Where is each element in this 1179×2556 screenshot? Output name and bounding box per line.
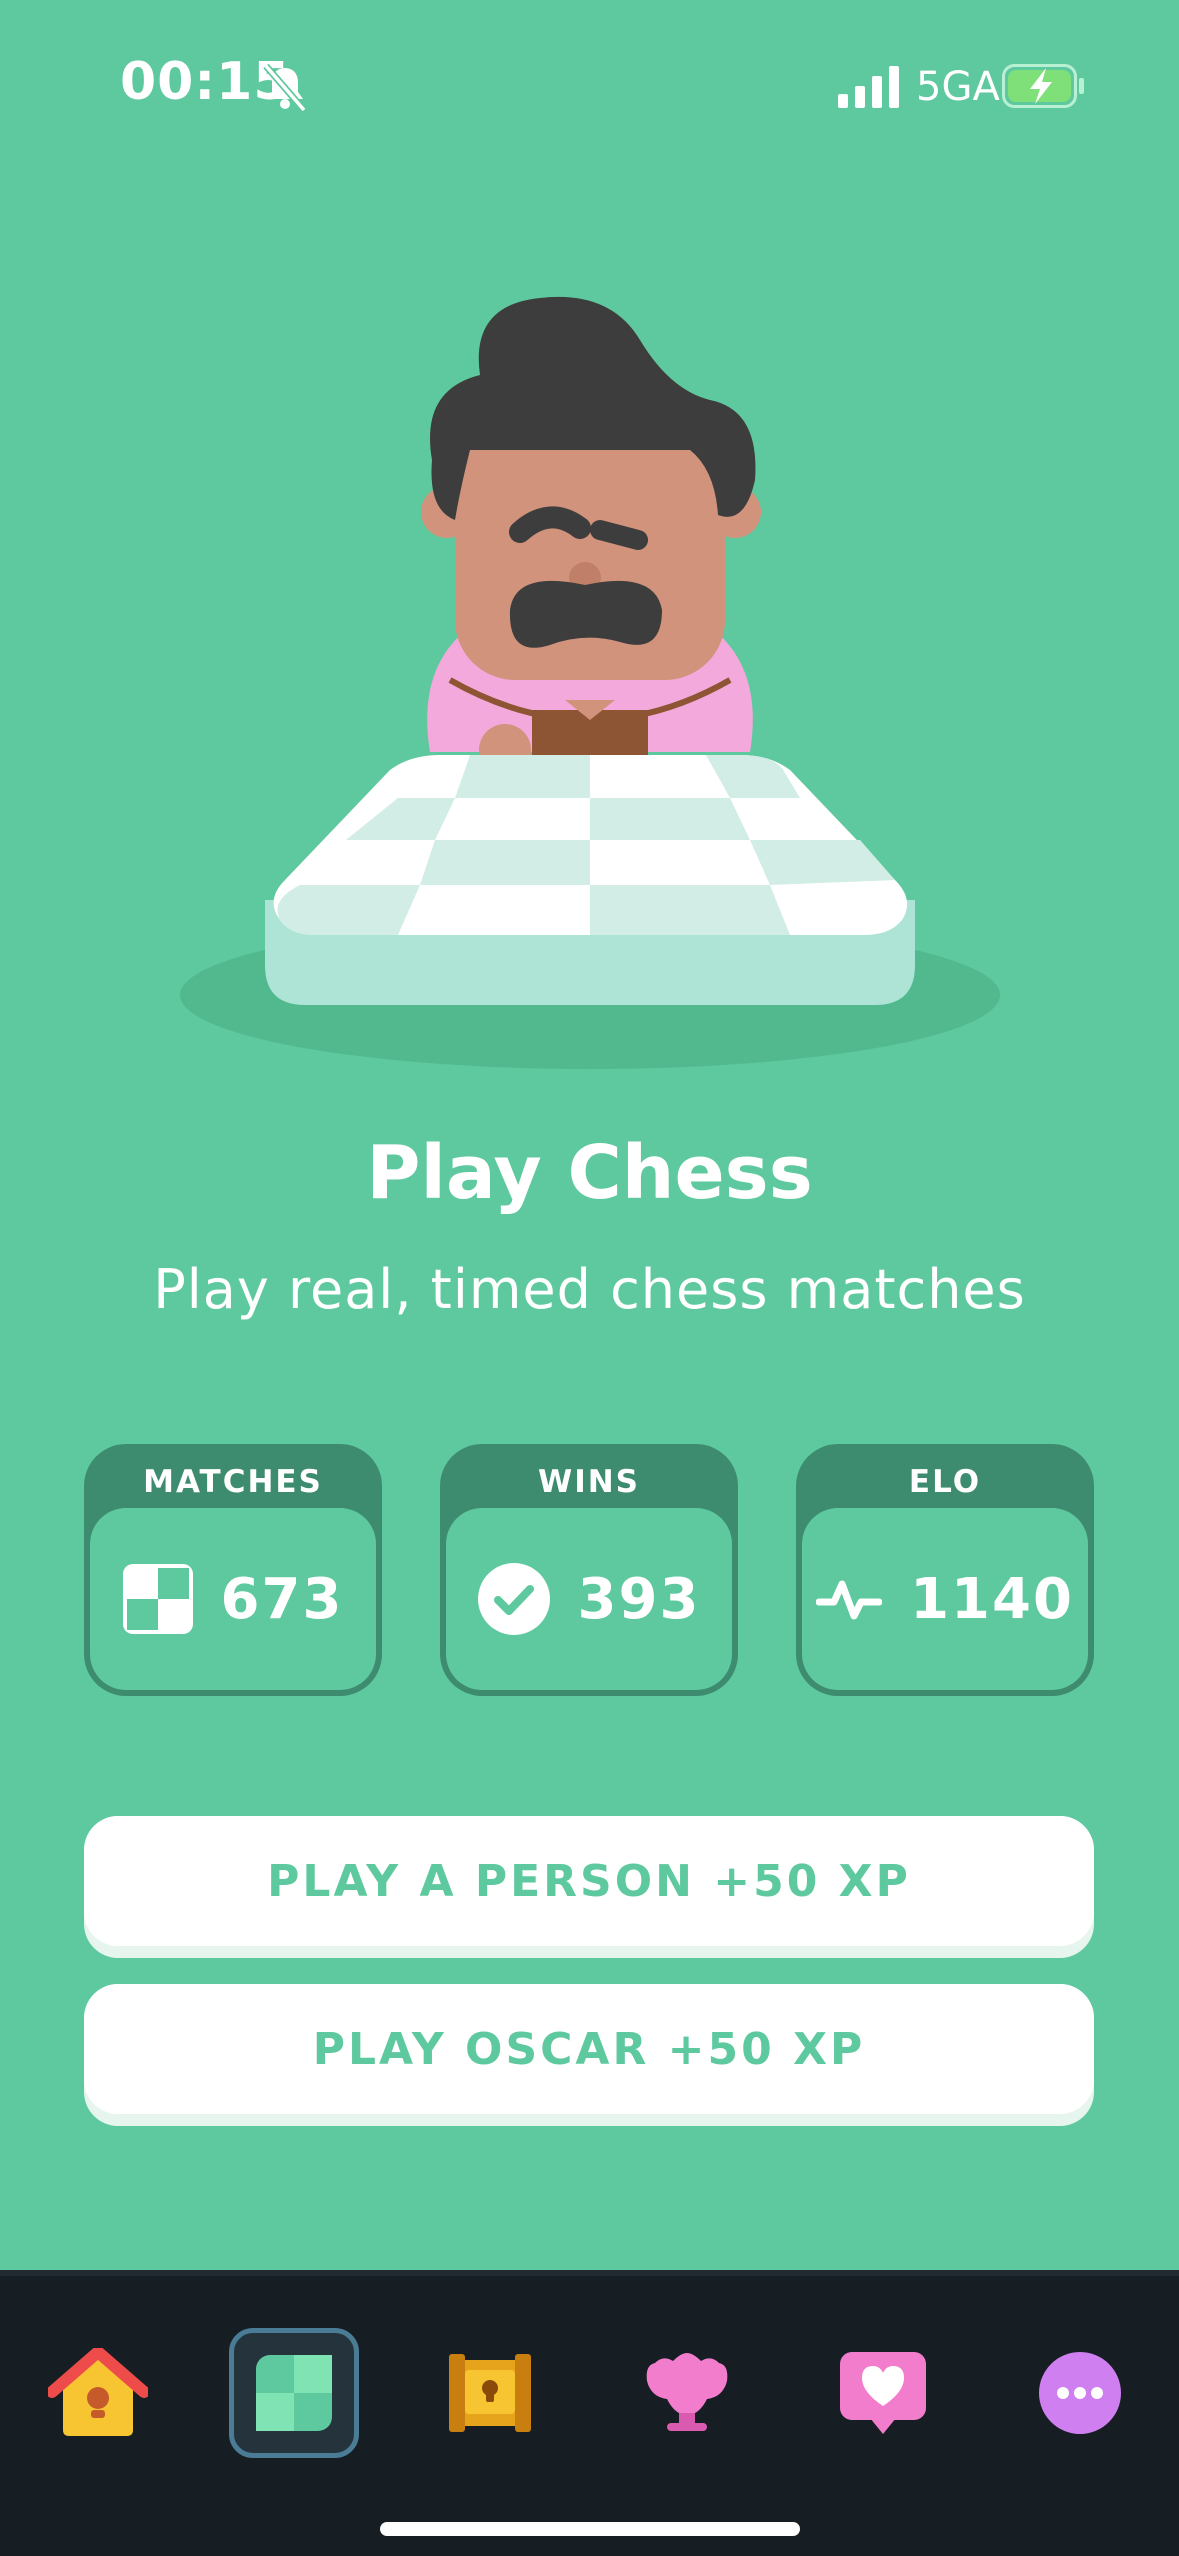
tab-leagues[interactable]: [622, 2328, 752, 2458]
play-person-label: PLAY A PERSON +50 XP: [84, 1816, 1094, 1946]
play-oscar-button[interactable]: PLAY OSCAR +50 XP: [84, 1984, 1094, 2126]
tab-quests[interactable]: [425, 2328, 555, 2458]
network-type: 5GA: [916, 64, 1000, 110]
tab-home[interactable]: [33, 2328, 163, 2458]
stat-value: 1140: [910, 1566, 1074, 1632]
home-icon: [48, 2348, 148, 2436]
signal-icon: [838, 66, 899, 108]
stat-label: ELO: [908, 1464, 982, 1500]
stat-card-wins: WINS 393: [440, 1444, 738, 1696]
bell-muted-icon: [263, 63, 307, 112]
play-person-button[interactable]: PLAY A PERSON +50 XP: [84, 1816, 1094, 1958]
battery-charging-icon: [1002, 64, 1084, 108]
page-title: Play Chess: [366, 1130, 813, 1216]
check-icon: [477, 1563, 550, 1635]
stat-card-matches: MATCHES 673: [84, 1444, 382, 1696]
pulse-icon: [816, 1580, 883, 1620]
chess-icon: [256, 2355, 332, 2431]
stat-label: WINS: [538, 1464, 640, 1500]
stat-value: 673: [220, 1566, 344, 1632]
stat-label: MATCHES: [143, 1464, 323, 1500]
tab-friends[interactable]: [818, 2328, 948, 2458]
play-oscar-label: PLAY OSCAR +50 XP: [84, 1984, 1094, 2114]
board-icon: [122, 1564, 193, 1634]
oscar-chess-illustration: [180, 296, 1000, 1069]
tab-chess[interactable]: [229, 2328, 359, 2458]
status-bar: 00:15 5GA: [0, 0, 1179, 170]
trophy-icon: [646, 2353, 728, 2431]
tab-more[interactable]: [1015, 2328, 1145, 2458]
home-indicator[interactable]: [380, 2522, 800, 2536]
page-subtitle: Play real, timed chess matches: [153, 1258, 1026, 1321]
heart-chat-icon: [840, 2352, 926, 2434]
stat-card-elo: ELO 1140: [796, 1444, 1094, 1696]
tab-bar: [0, 2270, 1179, 2556]
treasure-chest-icon: [449, 2354, 531, 2432]
stat-value: 393: [577, 1566, 701, 1632]
more-icon: [1039, 2352, 1121, 2434]
